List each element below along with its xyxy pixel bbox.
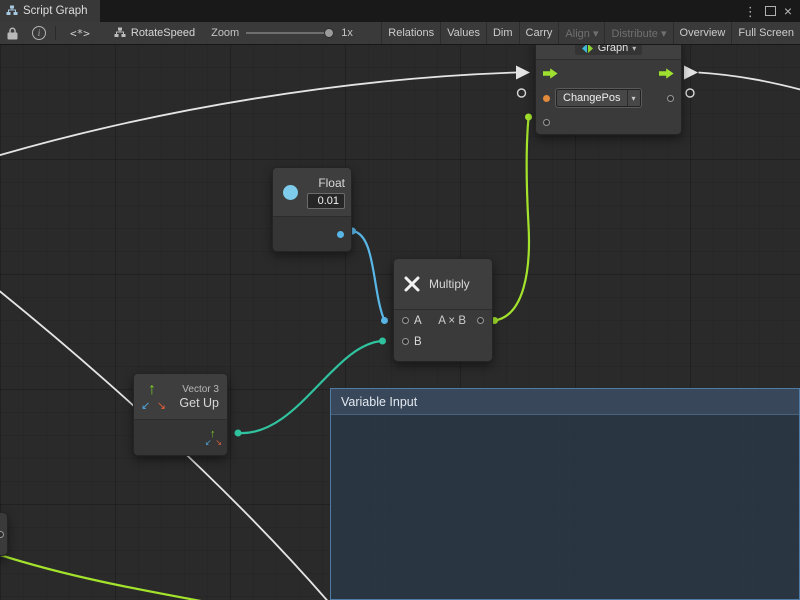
get-up-node-title: Get Up [179,396,219,410]
zoom-control: Zoom 1x [211,27,353,39]
window-controls: ⋮ × [744,4,800,18]
transform-up-icon: ↑↙↘ [142,384,166,410]
zoom-slider-track[interactable] [246,32,334,34]
float-literal-node[interactable]: Float 0.01 [272,167,352,252]
group-title: Variable Input [341,395,417,409]
zoom-slider-thumb[interactable] [324,28,334,38]
get-up-type-label: Vector 3 [182,384,219,395]
graph-toolbar: i <*> RotateSpeed Zoom 1x Relations Valu… [0,22,800,45]
flow-out-port[interactable] [659,68,674,79]
dim-button[interactable]: Dim [486,22,519,44]
overview-button[interactable]: Overview [673,22,732,44]
zoom-label: Zoom [211,27,239,39]
variable-name-dropdown[interactable]: ChangePos ▾ [556,89,641,107]
tab-bar: Script Graph ⋮ × [0,0,800,22]
vector3-output-port[interactable]: ↑↙↘ [206,430,221,446]
maximize-icon[interactable] [765,6,776,16]
value-input-port[interactable] [543,119,550,126]
values-button[interactable]: Values [440,22,486,44]
float-value: 0.01 [318,195,339,207]
distribute-button[interactable]: Distribute ▾ [604,22,672,44]
multiply-node-title: Multiply [429,277,470,291]
align-button[interactable]: Align ▾ [558,22,604,44]
zoom-value: 1x [341,27,353,39]
float-node-title: Float [318,176,345,190]
multiply-a-port[interactable] [402,317,409,324]
graph-breadcrumb[interactable]: RotateSpeed [114,27,195,39]
lock-button[interactable] [0,22,25,44]
variable-input-group: Variable Input [330,388,800,600]
relations-button[interactable]: Relations [381,22,440,44]
close-icon[interactable]: × [784,4,792,18]
graph-name: RotateSpeed [131,27,195,39]
variable-name: ChangePos [563,92,621,104]
get-up-node[interactable]: ↑↙↘ Vector 3 Get Up ↑↙↘ [133,373,228,456]
full-screen-button[interactable]: Full Screen [731,22,800,44]
toolbar-buttons: Relations Values Dim Carry Align ▾ Distr… [381,22,800,44]
menu-icon[interactable]: ⋮ [744,5,757,18]
code-preview-label: <*> [70,27,90,40]
caret-down-icon: ▾ [627,90,640,106]
tab-title: Script Graph [23,5,88,17]
variable-name-port[interactable] [543,95,550,102]
float-output-port[interactable] [337,231,344,238]
multiply-node[interactable]: Multiply A A × B B [393,258,493,362]
flow-in-port[interactable] [543,68,558,79]
multiply-b-port[interactable] [402,338,409,345]
multiply-icon [402,274,422,294]
float-type-icon [283,185,298,200]
multiply-b-label: B [414,336,422,348]
multiply-a-label: A [414,315,422,327]
offscreen-node[interactable] [0,512,8,556]
multiply-result-label: A × B [438,315,466,327]
code-preview-button[interactable]: <*> [58,22,102,44]
toolbar-separator [55,26,56,40]
value-output-port[interactable] [667,95,674,102]
set-variable-node[interactable]: Graph ▾ ChangePos ▾ [535,36,682,135]
tab-script-graph[interactable]: Script Graph [0,0,100,22]
group-header[interactable]: Variable Input [331,389,799,415]
script-graph-icon [6,5,18,17]
float-value-field[interactable]: 0.01 [307,193,345,209]
info-button[interactable]: i [25,22,53,44]
carry-button[interactable]: Carry [519,22,559,44]
multiply-result-port[interactable] [477,317,484,324]
offscreen-node-port[interactable] [0,531,4,538]
info-icon: i [32,26,46,40]
zoom-slider[interactable] [246,27,334,39]
graph-asset-icon [114,27,126,39]
lock-icon [7,27,18,40]
